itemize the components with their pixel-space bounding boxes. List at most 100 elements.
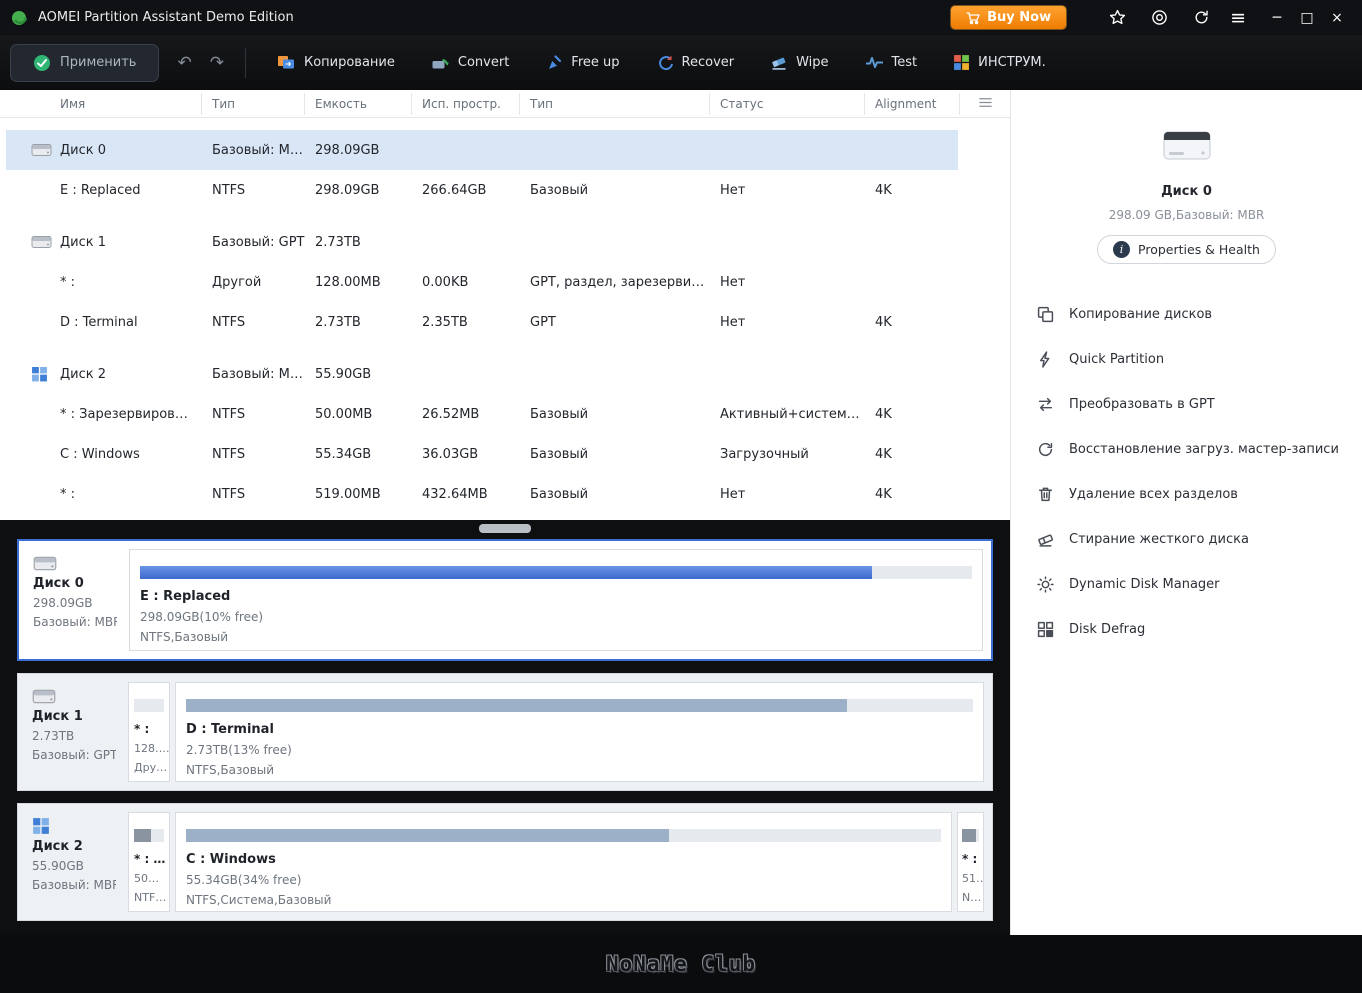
menu-item-rebuild-mbr[interactable]: Восстановление загруз. мастер-записи [1011, 427, 1362, 472]
menu-item-disk-defrag[interactable]: Disk Defrag [1011, 607, 1362, 652]
star-icon[interactable] [1108, 9, 1126, 27]
row-alignment: 4K [875, 406, 892, 422]
partition-usage-bar [134, 829, 164, 842]
menu-item-label: Удаление всех разделов [1069, 487, 1238, 502]
row-capacity: 55.90GB [315, 366, 372, 382]
partition-block-c-windows[interactable]: C : Windows 55.34GB(34% free) NTFS,Систе… [175, 812, 952, 912]
menu-item-dynamic-disk-manager[interactable]: Dynamic Disk Manager [1011, 562, 1362, 607]
row-used: 0.00KB [422, 274, 469, 290]
recover-icon [658, 55, 673, 71]
bottom-strip: NoNaMe Club [0, 935, 1362, 993]
close-button[interactable]: × [1322, 5, 1352, 31]
disk-card-table: Базовый: GPT [32, 748, 116, 762]
watermark: NoNaMe Club [605, 952, 757, 976]
system-disk-icon [31, 366, 48, 382]
toolbar-item-copy[interactable]: Копирование [258, 35, 413, 90]
partition-fs: NTF… [134, 891, 167, 904]
disk-drive-image [1158, 124, 1216, 170]
table-row-partition[interactable]: D : Terminal NTFS 2.73TB 2.35TB GPT Нет … [0, 302, 1010, 342]
row-fs: NTFS [212, 446, 246, 462]
partition-name: * : [962, 852, 978, 866]
partition-size: 55.34GB(34% free) [186, 873, 302, 887]
row-type: Базовый [530, 446, 589, 462]
toolbar-item-label: Free up [571, 55, 620, 70]
column-header-capacity[interactable]: Емкость [305, 92, 412, 115]
menu-item-label: Disk Defrag [1069, 622, 1146, 637]
toolbar-item-convert[interactable]: Convert [413, 35, 527, 90]
row-fs: NTFS [212, 486, 246, 502]
column-header-used[interactable]: Исп. простр. [412, 92, 520, 115]
undo-icon[interactable]: ↶ [177, 53, 191, 73]
table-row-partition[interactable]: E : Replaced NTFS 298.09GB 266.64GB Базо… [0, 170, 1010, 210]
column-header-fs[interactable]: Тип [202, 92, 305, 115]
disk-card-disk0[interactable]: Диск 0 298.09GB Базовый: MBR E : Replace… [17, 539, 993, 661]
toolbar-divider [244, 47, 246, 78]
table-row-disk1[interactable]: Диск 1 Базовый: GPT 2.73TB [0, 222, 1010, 262]
table-row-partition[interactable]: C : Windows NTFS 55.34GB 36.03GB Базовый… [0, 434, 1010, 474]
column-header-alignment[interactable]: Alignment [865, 92, 960, 115]
disk-card-disk2[interactable]: Диск 2 55.90GB Базовый: MBR * : … 50… NT… [17, 803, 993, 921]
partition-fs: Дру… [134, 761, 168, 774]
redo-icon[interactable]: ↷ [210, 53, 224, 73]
selected-disk-name: Диск 0 [1161, 184, 1212, 199]
disk-card-info: Диск 1 2.73TB Базовый: GPT [18, 674, 120, 790]
table-row-partition[interactable]: * : Зарезервиров… NTFS 50.00MB 26.52MB Б… [0, 394, 1010, 434]
partition-block-system-reserved[interactable]: * : … 50… NTF… [128, 812, 170, 912]
menu-item-wipe-hard-drive[interactable]: Стирание жесткого диска [1011, 517, 1362, 562]
table-row-disk2[interactable]: Диск 2 Базовый: MBR 55.90GB [0, 354, 1010, 394]
column-header-type[interactable]: Тип [520, 92, 710, 115]
row-type: GPT [530, 314, 556, 330]
buy-now-button[interactable]: Buy Now [951, 6, 1067, 29]
row-status: Нет [720, 274, 746, 290]
partition-block-recovery[interactable]: * : 51… N… [957, 812, 984, 912]
partition-name: D : Terminal [186, 722, 274, 737]
trash-icon [1038, 487, 1053, 502]
eraser-icon [1038, 534, 1053, 547]
disk-icon [31, 235, 52, 250]
support-icon[interactable] [1150, 9, 1168, 27]
column-header-status[interactable]: Статус [710, 92, 865, 115]
disk-card-disk1[interactable]: Диск 1 2.73TB Базовый: GPT * : 128…. Дру… [17, 673, 993, 791]
toolbar-item-wipe[interactable]: Wipe [752, 35, 846, 90]
app-window: AOMEI Partition Assistant Demo Edition B… [0, 0, 1362, 993]
partition-usage-bar [186, 829, 941, 842]
partition-size: 128…. [134, 742, 170, 755]
apply-label: Применить [60, 55, 137, 70]
horizontal-scrollbar-thumb[interactable] [479, 524, 531, 533]
column-header-name[interactable]: Имя [0, 92, 202, 115]
properties-health-button[interactable]: i Properties & Health [1097, 235, 1276, 264]
row-fs: Базовый: GPT [212, 234, 305, 250]
menu-item-disk-copy[interactable]: Копирование дисков [1011, 292, 1362, 337]
minimize-button[interactable]: ─ [1262, 5, 1292, 31]
column-options-icon[interactable] [960, 93, 1010, 115]
menu-icon[interactable]: ≡ [1230, 7, 1246, 29]
partition-block-e-replaced[interactable]: E : Replaced 298.09GB(10% free) NTFS,Баз… [129, 549, 983, 651]
partition-usage-bar [962, 829, 979, 842]
toolbar-item-freeup[interactable]: Free up [527, 35, 637, 90]
menu-item-label: Dynamic Disk Manager [1069, 577, 1220, 592]
table-row-partition[interactable]: * : NTFS 519.00MB 432.64MB Базовый Нет 4… [0, 474, 1010, 514]
row-used: 266.64GB [422, 182, 487, 198]
menu-item-quick-partition[interactable]: Quick Partition [1011, 337, 1362, 382]
row-capacity: 298.09GB [315, 182, 380, 198]
partition-block-reserved[interactable]: * : 128…. Дру… [128, 682, 170, 782]
menu-item-delete-all-partitions[interactable]: Удаление всех разделов [1011, 472, 1362, 517]
maximize-button[interactable]: □ [1292, 5, 1322, 31]
table-row-partition[interactable]: * : Другой 128.00MB 0.00KB GPT, раздел, … [0, 262, 1010, 302]
row-alignment: 4K [875, 486, 892, 502]
disk-card-name: Диск 1 [32, 709, 83, 724]
partition-block-d-terminal[interactable]: D : Terminal 2.73TB(13% free) NTFS,Базов… [175, 682, 984, 782]
row-used: 432.64MB [422, 486, 488, 502]
selected-disk-info: 298.09 GB,Базовый: MBR [1108, 208, 1265, 222]
toolbar-item-tools[interactable]: ИНСТРУМ. [935, 35, 1064, 90]
row-type: GPT, раздел, зарезервирова… [530, 274, 710, 290]
disk-card-size: 55.90GB [32, 859, 84, 873]
table-row-disk0[interactable]: Диск 0 Базовый: MBR 298.09GB [0, 130, 1010, 170]
partition-usage-bar [186, 699, 973, 712]
menu-item-convert-gpt[interactable]: Преобразовать в GPT [1011, 382, 1362, 427]
update-icon[interactable] [1192, 9, 1210, 27]
menu-item-label: Quick Partition [1069, 352, 1165, 367]
apply-button[interactable]: Применить [10, 43, 160, 82]
toolbar-item-test[interactable]: Test [847, 35, 936, 90]
toolbar-item-recover[interactable]: Recover [638, 35, 753, 90]
